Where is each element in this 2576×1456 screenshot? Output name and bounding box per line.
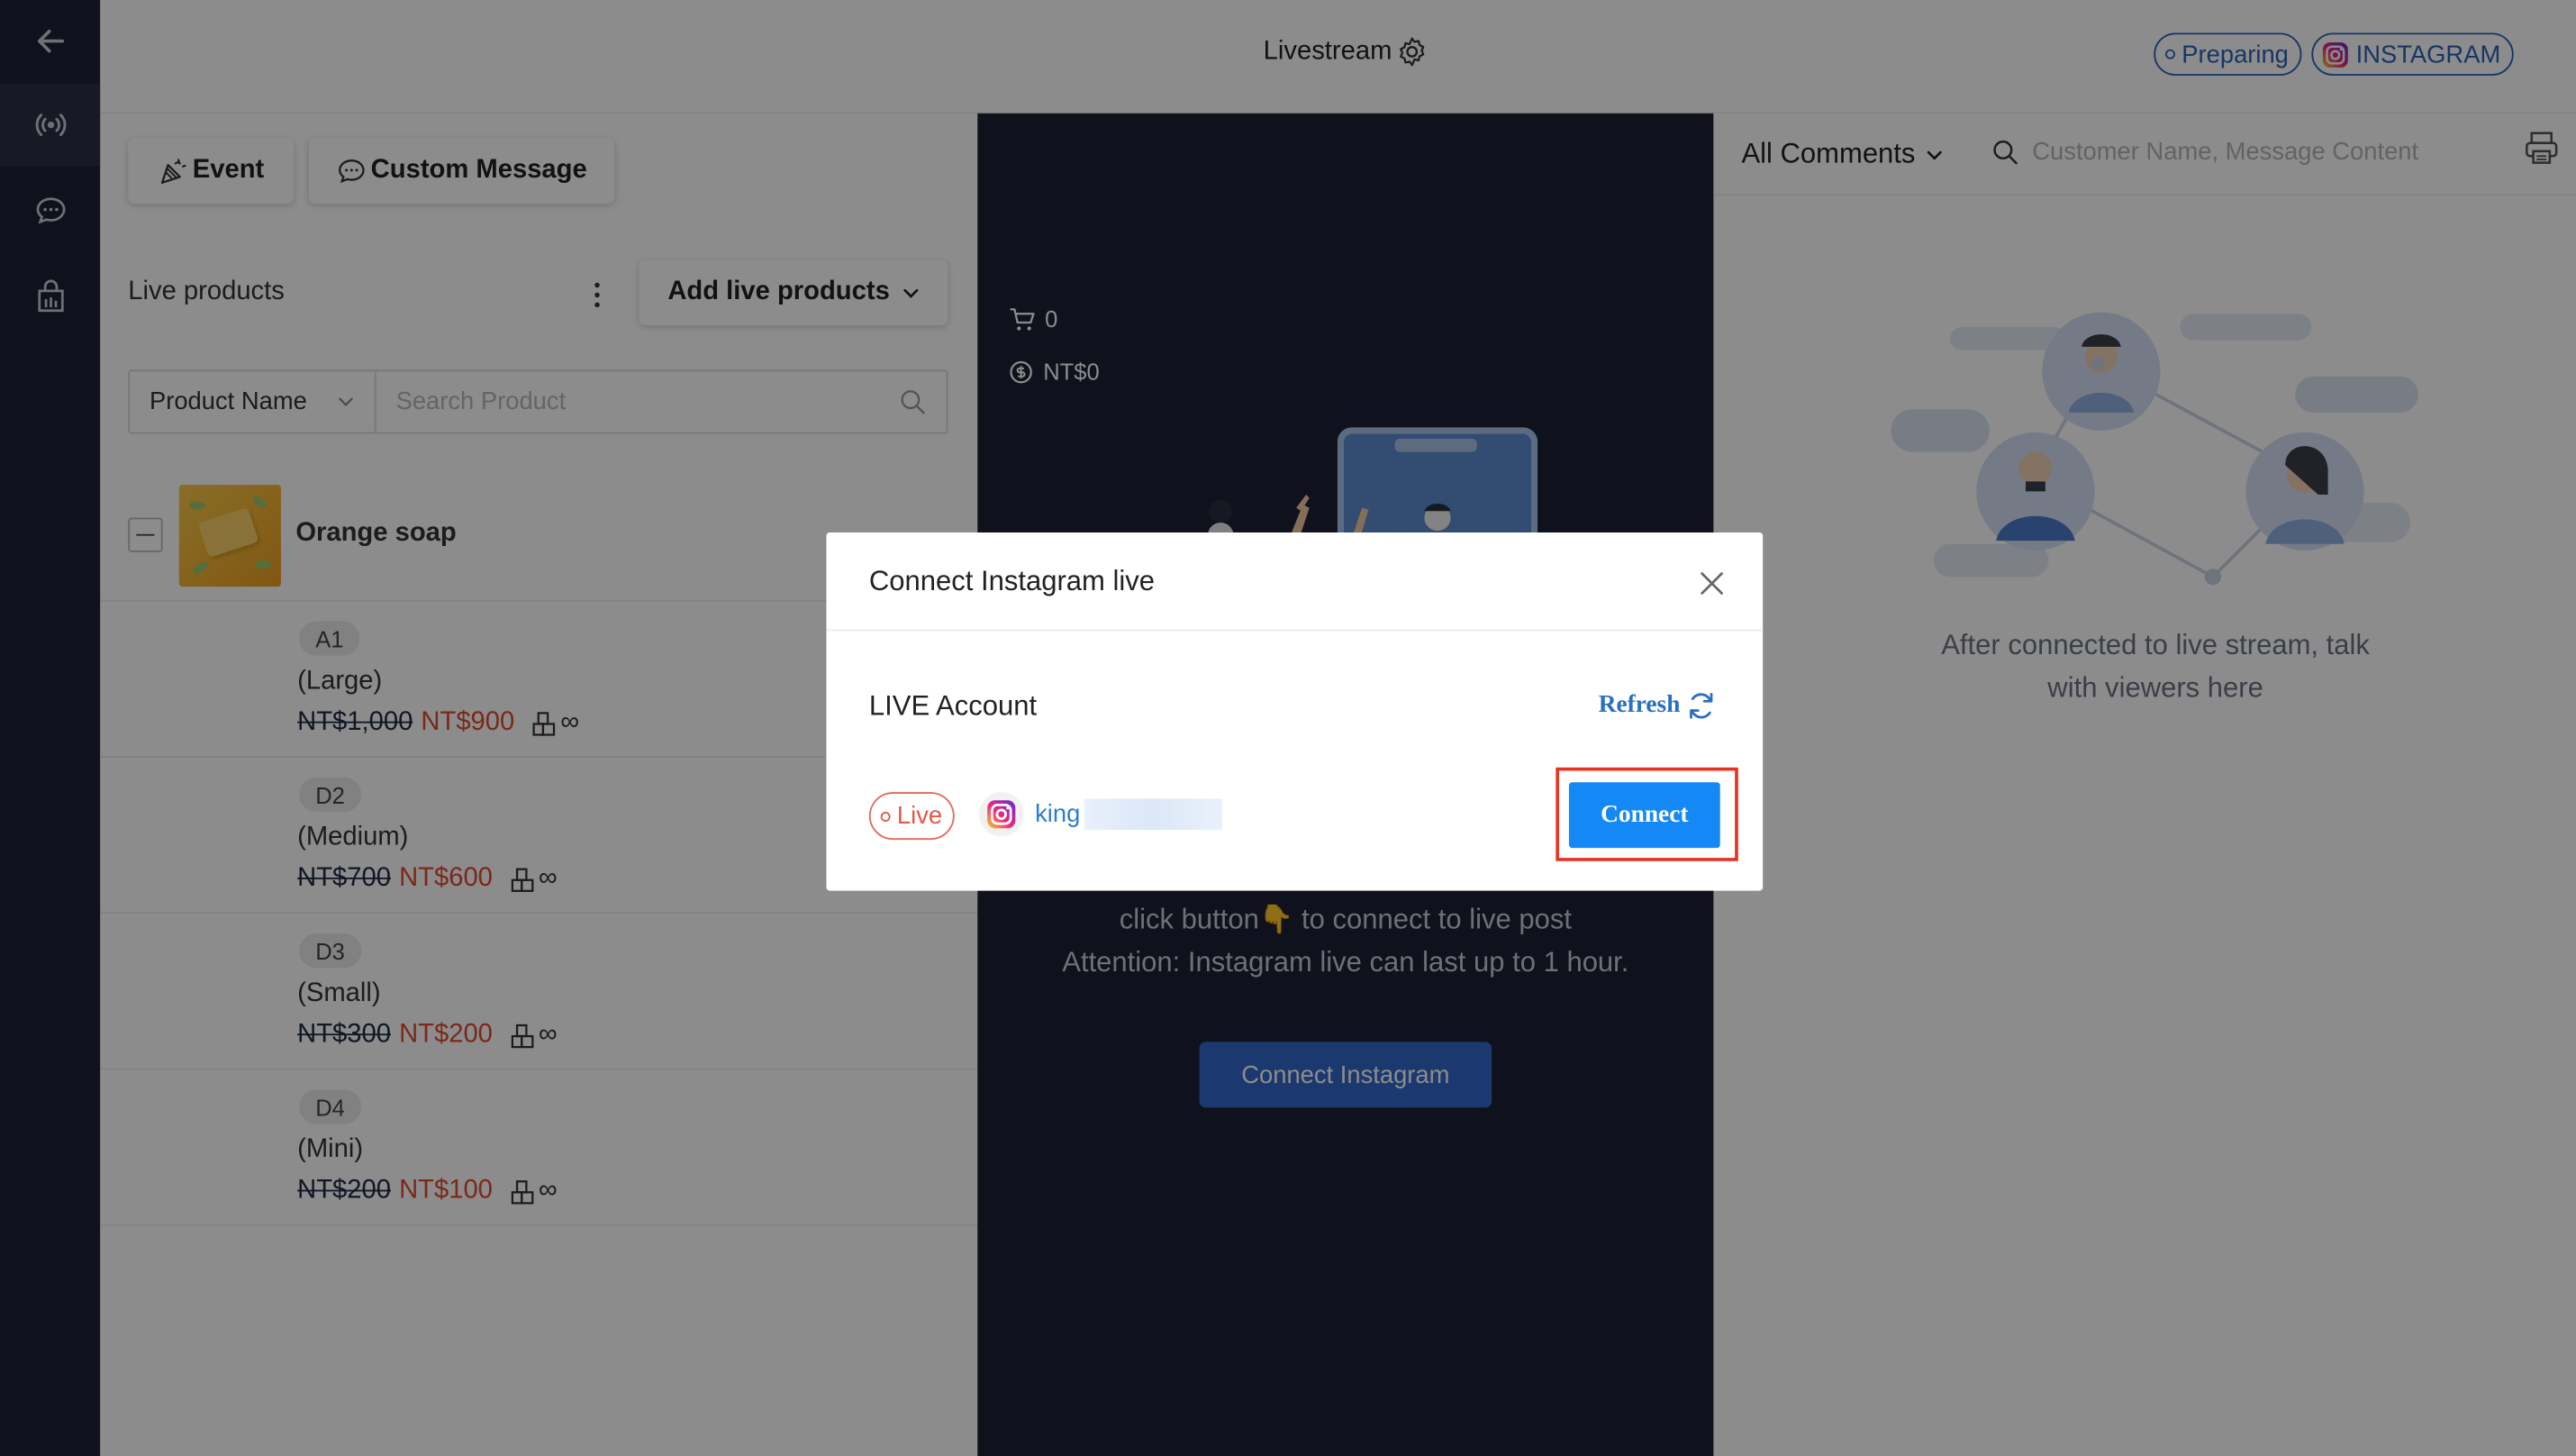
modal-header: Connect Instagram live — [826, 532, 1764, 632]
avatar — [979, 792, 1024, 837]
live-status-badge: Live — [868, 792, 954, 841]
refresh-label: Refresh — [1598, 691, 1681, 719]
instagram-username: king — [1035, 800, 1081, 829]
refresh-icon — [1689, 693, 1712, 719]
instagram-icon — [987, 800, 1016, 829]
connect-instagram-modal: Connect Instagram live LIVE Account Refr… — [826, 532, 1764, 891]
live-dot-icon — [880, 811, 891, 822]
live-account-label: LIVE Account — [868, 690, 1038, 722]
redacted-username — [1083, 798, 1222, 831]
close-icon[interactable] — [1697, 569, 1727, 598]
connect-button[interactable]: Connect — [1568, 782, 1720, 849]
live-status-label: Live — [896, 802, 943, 831]
refresh-button[interactable]: Refresh — [1599, 690, 1717, 722]
modal-title: Connect Instagram live — [868, 565, 1156, 597]
instagram-account: king — [979, 792, 1222, 837]
